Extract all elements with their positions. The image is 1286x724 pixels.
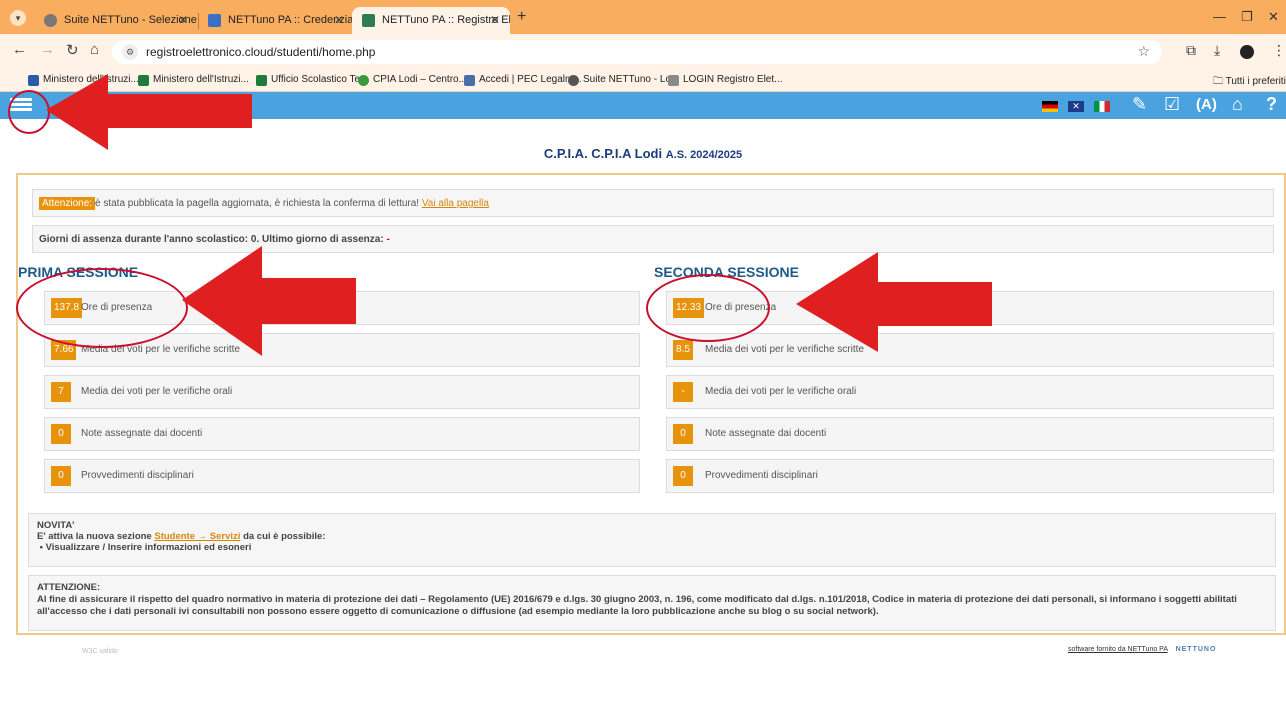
help-icon[interactable]: ? (1266, 94, 1277, 115)
close-tab-icon[interactable]: ✕ (490, 7, 500, 34)
bookmark-label: CPIA Lodi – Centro... (373, 74, 467, 85)
annotation-arrow-second-attendance (796, 252, 992, 352)
profile-avatar[interactable] (1240, 45, 1254, 59)
stat-value: 0 (673, 466, 693, 486)
stat-value: 8.5 (673, 340, 693, 360)
url-text: registroelettronico.cloud/studenti/home.… (146, 45, 376, 59)
stat-value: 0 (51, 466, 71, 486)
alert-text: è stata pubblicata la pagella aggiornata… (95, 198, 420, 209)
reload-icon[interactable]: ↻ (66, 41, 79, 59)
notice-title: ATTENZIONE: (37, 582, 101, 593)
site-info-icon[interactable]: ⚙ (122, 44, 138, 60)
all-bookmarks-label: Tutti i preferiti (1225, 76, 1286, 87)
news-title: NOVITA' (37, 520, 75, 531)
stat-value: 0 (51, 424, 71, 444)
login-icon (668, 75, 679, 86)
registro-favicon-icon (362, 14, 375, 27)
second-session-notes: 0 Note assegnate dai docenti (666, 417, 1274, 451)
bookmark-star-icon[interactable]: ☆ (1137, 43, 1150, 60)
book-icon[interactable]: ✎ (1132, 94, 1147, 115)
usr-icon (256, 75, 267, 86)
all-bookmarks-folder[interactable]: 🗀 Tutti i preferiti (1213, 74, 1286, 91)
privacy-notice: ATTENZIONE: Al fine di assicurare il ris… (28, 575, 1276, 631)
annotation-circle-first-attendance (16, 268, 188, 348)
stat-label: Note assegnate dai docenti (705, 428, 827, 439)
last-absence-value: - (386, 234, 390, 245)
bookmark-label: Accedi | PEC Legalm... (479, 74, 582, 85)
globe-icon (44, 14, 57, 27)
browser-tab-2[interactable]: NETTuno PA :: Credenziali Stud ✕ (198, 7, 354, 34)
bookmark-label: Suite NETTuno - Lo... (583, 74, 680, 85)
address-bar[interactable]: ⚙ registroelettronico.cloud/studenti/hom… (112, 40, 1162, 64)
stat-label: Provvedimenti disciplinari (705, 470, 818, 481)
forward-arrow-icon[interactable]: → (40, 41, 55, 58)
first-session-disciplinary: 0 Provvedimenti disciplinari (44, 459, 640, 493)
pec-icon (464, 75, 475, 86)
school-name: C.P.I.A. C.P.I.A Lodi (543, 146, 663, 161)
bookmark-item[interactable]: Suite NETTuno - Lo... (568, 74, 680, 86)
news-list-item: Visualizzare / Inserire informazioni ed … (45, 542, 252, 553)
alert-message: è stata pubblicata la pagella aggiornata… (95, 198, 489, 209)
attention-badge: Attenzione: (39, 197, 96, 210)
tab-search-icon[interactable]: ▾ (10, 10, 26, 26)
vendor-link[interactable]: software fornito da NETTuno PA (1068, 646, 1168, 653)
news-text: E' attiva la nuova sezione (37, 531, 152, 542)
bookmark-item[interactable]: Ufficio Scolastico Te... (256, 74, 369, 86)
stat-value: 0 (673, 424, 693, 444)
stat-label: Media dei voti per le verifiche orali (705, 386, 857, 397)
close-tab-icon[interactable]: ✕ (178, 7, 188, 34)
nettuno-logo: NETTUNO (1175, 646, 1217, 653)
second-session-disciplinary: 0 Provvedimenti disciplinari (666, 459, 1274, 493)
new-tab-button[interactable]: + (517, 8, 526, 26)
stat-label: Provvedimenti disciplinari (81, 470, 194, 481)
back-arrow-icon[interactable]: ← (12, 41, 27, 58)
second-session-oral-avg: - Media dei voti per le verifiche orali (666, 375, 1274, 409)
news-text-suffix: da cui è possibile: (243, 531, 326, 542)
browser-tab-strip: ▾ Suite NETTuno - Selezione del ✕ NETTun… (0, 0, 1286, 34)
accessibility-icon[interactable]: (A) (1196, 96, 1217, 113)
first-session-oral-avg: 7 Media dei voti per le verifiche orali (44, 375, 640, 409)
browser-menu-icon[interactable]: ⋮ (1272, 42, 1286, 59)
home-icon[interactable]: ⌂ (90, 41, 99, 58)
first-session-notes: 0 Note assegnate dai docenti (44, 417, 640, 451)
student-services-link[interactable]: Studente → Servizi (154, 531, 240, 542)
download-icon[interactable]: ⤓ (1214, 42, 1220, 59)
stat-label: Note assegnate dai docenti (81, 428, 203, 439)
notice-text: Al fine di assicurare il rispetto del qu… (37, 594, 1237, 617)
minimize-icon[interactable]: — (1213, 9, 1226, 24)
annotation-arrow-menu (46, 74, 252, 150)
globe-icon (568, 75, 579, 86)
italian-flag-icon[interactable] (1094, 101, 1110, 112)
restore-icon[interactable]: ❐ (1241, 9, 1253, 25)
browser-toolbar: ← → ↻ ⌂ ⚙ registroelettronico.cloud/stud… (0, 34, 1286, 70)
edit-icon[interactable]: ☑ (1164, 94, 1180, 115)
german-flag-icon[interactable] (1042, 101, 1058, 112)
bookmark-item[interactable]: LOGIN Registro Elet... (668, 74, 783, 86)
bookmark-item[interactable]: Accedi | PEC Legalm... (464, 74, 582, 86)
browser-tab-1[interactable]: Suite NETTuno - Selezione del ✕ (34, 7, 198, 34)
annotation-arrow-first-attendance (182, 246, 356, 356)
window-close-icon[interactable]: ✕ (1268, 9, 1279, 25)
bookmark-label: LOGIN Registro Elet... (683, 74, 783, 85)
stat-value: - (673, 382, 693, 402)
bookmark-item[interactable]: CPIA Lodi – Centro... (358, 74, 467, 86)
report-card-link[interactable]: Vai alla pagella (422, 198, 489, 209)
stat-value: 7 (51, 382, 71, 402)
stat-label: Media dei voti per le verifiche orali (81, 386, 233, 397)
nettuno-favicon-icon (208, 14, 221, 27)
home-icon[interactable]: ⌂ (1232, 94, 1243, 115)
bookmark-label: Ufficio Scolastico Te... (271, 74, 369, 85)
news-box: NOVITA' E' attiva la nuova sezione Stude… (28, 513, 1276, 567)
alert-banner: Attenzione: è stata pubblicata la pagell… (32, 189, 1274, 217)
browser-tab-3-active[interactable]: NETTuno PA :: Registro Elettron ✕ (352, 7, 510, 34)
check-icon (358, 75, 369, 86)
school-year: A.S. 2024/2025 (665, 149, 743, 161)
annotation-circle-second-attendance (646, 274, 770, 342)
w3c-badge[interactable]: W3C valido (82, 648, 118, 655)
extensions-icon[interactable]: ⧉ (1186, 42, 1196, 59)
uk-flag-icon[interactable]: ✕ (1068, 101, 1084, 112)
close-tab-icon[interactable]: ✕ (334, 7, 344, 34)
ministero-icon (28, 75, 39, 86)
footer-credit: software fornito da NETTuno PA NETTUNO (1068, 646, 1216, 653)
